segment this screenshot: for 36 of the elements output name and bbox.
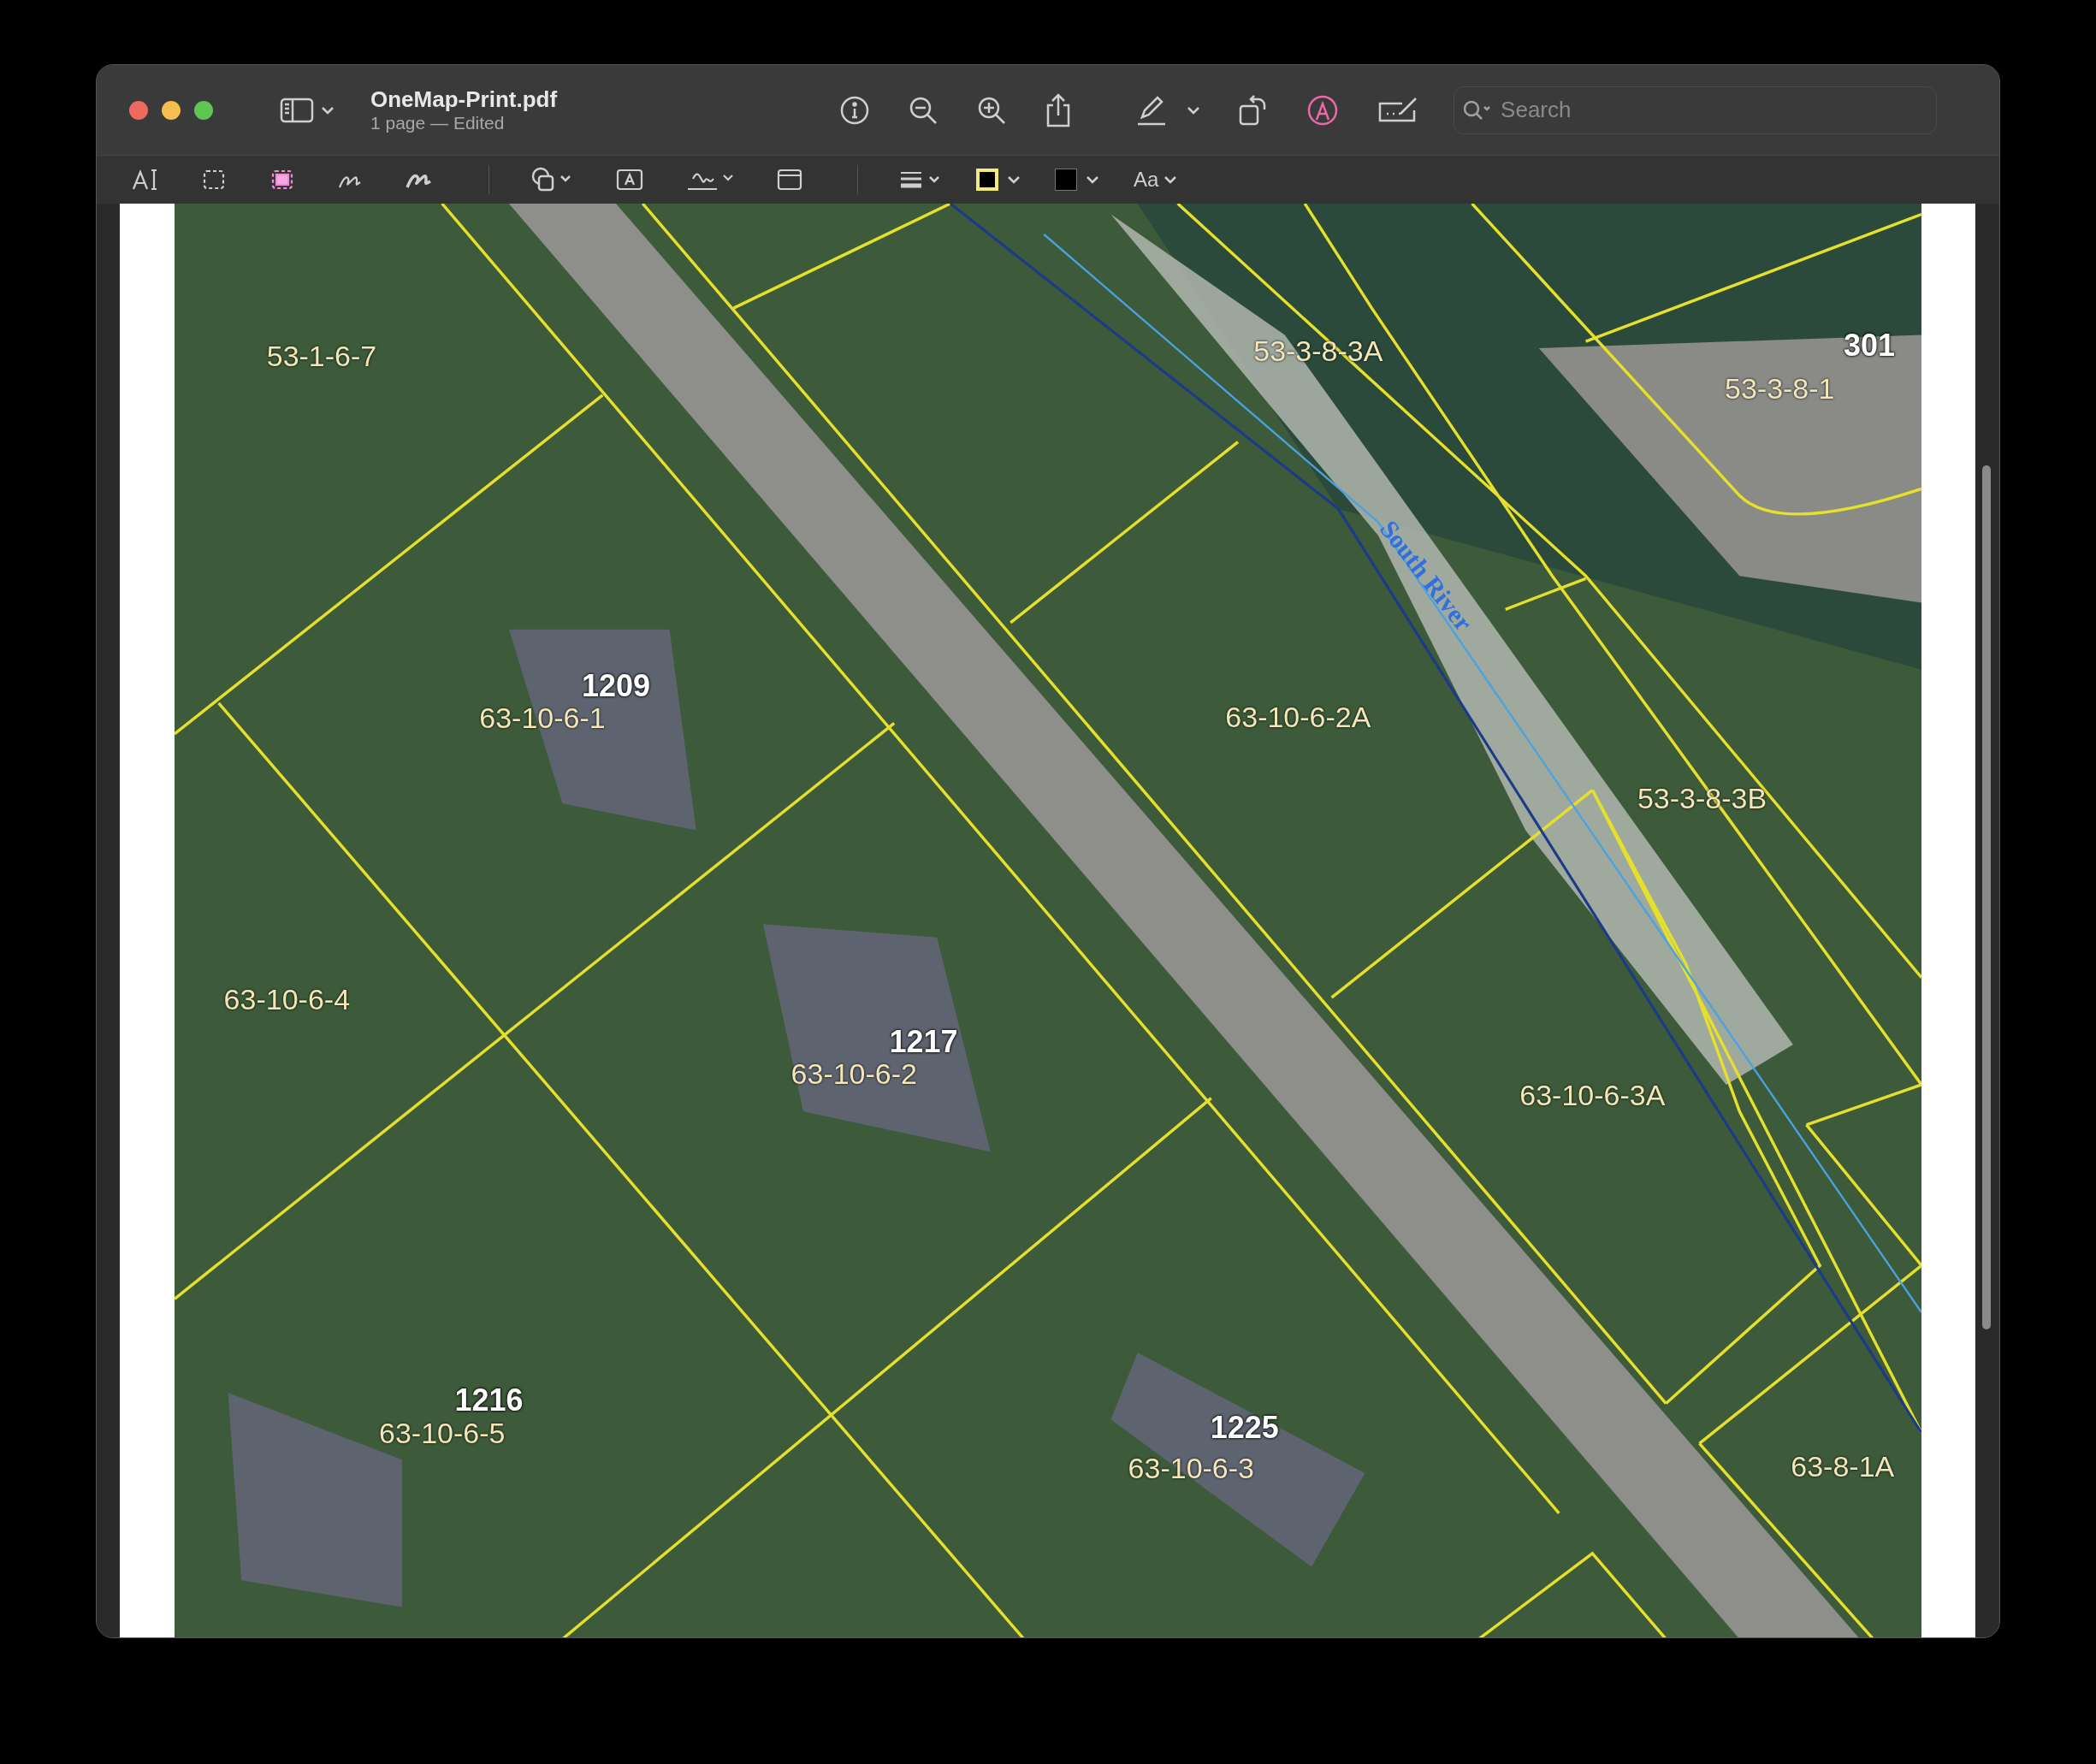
caret-icon [1163,175,1178,184]
minimize-button[interactable] [162,100,181,120]
window-icon[interactable] [777,169,802,191]
pen-icon[interactable] [1135,94,1167,126]
address-number: 1225 [1210,1412,1279,1443]
parcel-label: 63-8-1A [1791,1452,1895,1482]
fill-color-swatch[interactable] [1055,169,1077,191]
parcel-label: 63-10-6-1 [479,703,606,733]
scroll-bar[interactable] [1982,465,1991,1329]
zoom-button[interactable] [194,100,213,120]
window-title: OneMap-Print.pdf [370,86,558,112]
caret-icon[interactable] [1086,175,1099,184]
address-number: 301 [1844,329,1896,361]
text-box-icon[interactable] [616,169,643,191]
search-field[interactable]: Search [1454,86,1938,134]
parcel-label: 63-10-6-4 [223,984,351,1014]
border-color-swatch[interactable] [976,169,998,191]
address-number: 1209 [581,670,650,701]
address-number: 1216 [454,1385,524,1417]
markup-icon[interactable] [1306,93,1340,127]
parcel-label: 63-10-6-5 [379,1418,506,1447]
shapes-icon[interactable] [530,166,573,193]
parcel-label: 53-3-8-1 [1725,374,1835,403]
sidebar-toggle-icon[interactable] [280,96,336,124]
parcel-label: 63-10-6-2 [790,1059,917,1089]
font-button[interactable]: Aa [1134,164,1178,195]
parcel-label: 63-10-6-3 [1128,1453,1254,1483]
close-button[interactable] [129,100,148,120]
parcel-label: 63-10-6-3A [1519,1080,1666,1110]
address-number: 1217 [889,1026,958,1057]
info-icon[interactable] [839,94,871,126]
caret-icon[interactable] [1187,105,1201,115]
document-status: 1 page — Edited [370,111,506,134]
parcel-label: 53-1-6-7 [266,341,377,371]
caret-icon[interactable] [1007,175,1021,184]
parcel-label: 63-10-6-2A [1225,701,1371,731]
